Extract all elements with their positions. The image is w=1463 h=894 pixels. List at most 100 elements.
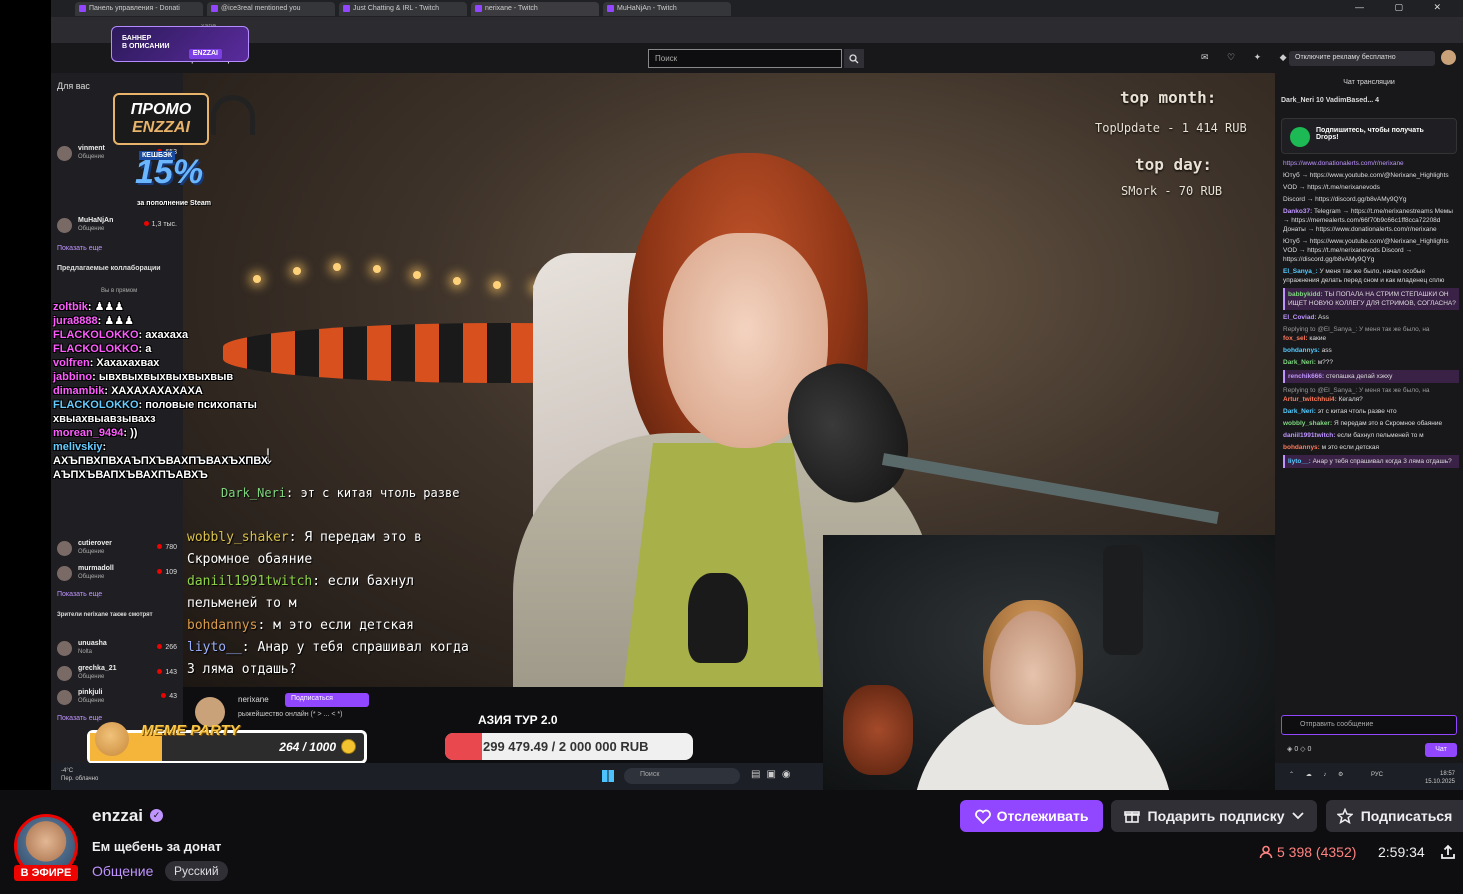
captured-sidebar-row: grechka_21 Общение 143 [57, 663, 179, 685]
captured-tray: ⌃ ☁ ♪ ⚙ РУС 18:57 15.10.2025 [1275, 763, 1463, 790]
chevron-down-icon [1292, 812, 1305, 820]
captured-chat-message: Ютуб → https://www.youtube.com/@Nerixane… [1283, 172, 1449, 179]
captured-browser-tabs: Панель управления - Donati @ice3real men… [51, 0, 1463, 17]
headphones-icon [211, 95, 255, 135]
captured-show-more: Показать еще [57, 245, 103, 252]
channel-info-bar: В ЭФИРЕ enzzai ✓ Ем щебень за донат Обще… [0, 790, 1463, 894]
captured-search-icon [844, 49, 864, 68]
banner-sticker: БАННЕР В ОПИСАНИИ ENZZAI [111, 26, 249, 62]
captured-chat-message: https://www.donationalerts.com/r/nerixan… [1283, 160, 1404, 167]
mic-arm [881, 453, 1219, 524]
captured-channel-points: ◈ 0 ◇ 0 [1287, 746, 1312, 753]
captured-chat-send: Чат [1425, 743, 1457, 757]
heart-icon [974, 809, 991, 824]
weather-widget: -4°C Пер. облачно [61, 768, 99, 782]
category-link[interactable]: Общение [92, 863, 153, 879]
captured-suggested-sub: Вы в прямом [101, 288, 138, 294]
top-month-label: top month: [1120, 88, 1217, 107]
captured-tab: @ice3real mentioned you [207, 1, 335, 16]
captured-sidebar-row: cutierover Общение 780 [57, 538, 179, 560]
language-tag[interactable]: Русский [165, 861, 228, 881]
captured-chat-pinned: Dark_Neri 10 VadimBased... 4 [1281, 97, 1380, 104]
captured-sidebar-row: pinkjuli Общение 43 [57, 687, 179, 709]
star-icon [1336, 808, 1353, 824]
captured-chat-panel: Чат трансляции Dark_Neri 10 VadimBased..… [1275, 73, 1463, 790]
stream-player[interactable]: Панель управления - Donati @ice3real men… [0, 0, 1463, 790]
captured-chat-message: Replying to @El_Sanya_: У меня так же бы… [1283, 326, 1430, 342]
follow-button[interactable]: Отслеживать [960, 800, 1103, 832]
bunny-print [688, 573, 748, 663]
captured-ad-free-button: Отключите рекламу бесплатно [1289, 51, 1435, 66]
captured-sidebar-row: MuHaNjAn Общение 1,3 тыс. [57, 215, 179, 237]
captured-nav-icons: ✉ ♡ ✦ ◆ [1201, 52, 1295, 62]
captured-chat-message: Discord → https://discord.gg/b8vAMy9QYg [1283, 196, 1407, 203]
stream-title: Ем щебень за донат [92, 839, 222, 854]
captured-chat-message: VOD → https://t.me/nerixanevods [1283, 184, 1380, 191]
top-month-value: TopUpdate - 1 414 RUB [1095, 121, 1247, 135]
stream-uptime: 2:59:34 [1378, 844, 1425, 860]
promo-sticker: ПРОМО ENZZAI [113, 93, 209, 145]
drops-icon [1290, 127, 1310, 147]
captured-chat-message: babbykidd: ТЫ ПОПАЛА НА СТРИМ СТЕПАШКИ О… [1283, 288, 1459, 310]
top-day-value: SMork - 70 RUB [1121, 184, 1223, 198]
captured-chat-message: Replying to @El_Sanya_: У меня так же бы… [1283, 387, 1430, 403]
asia-tour-progress: 299 479.49 / 2 000 000 RUB [445, 733, 693, 760]
captured-twitch-nav: росмотр Поиск ✉ ♡ ✦ ◆ Отключите рекламу … [51, 43, 1463, 73]
window-controls-icon: — ▢ ✕ [1354, 2, 1455, 12]
taskbar-search: Поиск [624, 768, 740, 784]
captured-address-bar: xane [51, 17, 1463, 43]
captured-chat-message: Dark_Neri: эт с китая чтоль разве что [1283, 408, 1397, 415]
captured-chat-message: El_Coviad: Ass [1283, 314, 1329, 321]
asia-tour-title: АЗИЯ ТУР 2.0 [478, 713, 558, 727]
captured-chat-message: El_Sanya_: У меня так же было, начал осо… [1283, 268, 1445, 284]
webcam-person-head [983, 600, 1083, 725]
captured-show-more: Показать еще [57, 591, 103, 598]
subscribe-button[interactable]: Подписаться [1326, 800, 1463, 832]
captured-streamer-name: nerixane [238, 695, 269, 704]
captured-chat-input: Отправить сообщение [1281, 715, 1457, 735]
stream-chat-overlay: zoltbik: ♟♟♟ jura8888: ♟♟♟ FLACKOLOKKO: … [53, 301, 269, 481]
captured-stream-title: рыжейшество онлайн (* > ... < *) [238, 711, 343, 718]
captured-chat-message: Ютуб → https://www.youtube.com/@Nerixane… [1283, 238, 1449, 263]
tray-clock: 18:57 15.10.2025 [1424, 771, 1455, 785]
captured-tab: Панель управления - Donati [75, 1, 203, 16]
captured-chat-message: renchik666: степашка делай хэкху [1283, 370, 1459, 383]
captured-tab: nerixane - Twitch [471, 1, 599, 16]
captured-sidebar-row: murmadoll Общение 109 [57, 563, 179, 585]
captured-chat-header: Чат трансляции [1343, 79, 1395, 86]
asia-tour-fill [445, 733, 483, 760]
channel-name[interactable]: enzzai [92, 806, 143, 826]
gift-sub-button[interactable]: Подарить подписку [1111, 800, 1317, 832]
windows-start-icon [602, 770, 614, 782]
viewer-count: 5 398 (4352) [1259, 844, 1356, 860]
taskbar-apps-icon: ▤▣◉ [751, 769, 797, 780]
cashback-sticker: КЕШБЭК 15% за пополнение Steam [135, 151, 212, 207]
meme-party-logo: MEME PARTY [141, 722, 240, 739]
captured-chat-message: Danko37: Telegram → https://t.me/nerixan… [1283, 208, 1453, 233]
tray-lang: РУС [1371, 772, 1384, 778]
captured-show-more: Показать еще [57, 715, 103, 722]
video-frame: Панель управления - Donati @ice3real men… [51, 0, 1463, 790]
webcam-mic [1103, 545, 1143, 655]
gift-icon [1123, 811, 1140, 823]
person-icon [1259, 845, 1273, 859]
captured-chat-message: bohdannys: ass [1283, 347, 1332, 354]
coin-icon [341, 739, 356, 754]
webcam-view [823, 535, 1277, 790]
captured-search-input: Поиск [648, 49, 842, 68]
captured-subscribe-pill: Подписаться [285, 693, 369, 707]
live-badge: В ЭФИРЕ [14, 865, 78, 881]
captured-user-avatar [1441, 50, 1456, 65]
captured-drops-banner: Подпишитесь, чтобы получать Drops! [1281, 118, 1457, 154]
captured-chat-message: bohdannys: м это если детская [1283, 444, 1379, 451]
captured-suggested-title: Предлагаемые коллаборации [57, 265, 161, 272]
captured-chat-messages: https://www.donationalerts.com/r/nerixan… [1283, 159, 1459, 471]
verified-icon: ✓ [150, 809, 163, 822]
captured-chat-message: wobbly_shaker: Я передам это в Скромное … [1283, 420, 1443, 427]
captured-sidebar-header: Для вас [57, 81, 90, 91]
stream-chat-overlay-2: wobbly_shaker: Я передам это в Скромное … [187, 530, 469, 677]
captured-chat-message: daniil1991twitch: если бахнул пельменей … [1283, 432, 1424, 439]
share-icon[interactable] [1440, 844, 1456, 860]
captured-also-watch-title: Зрители nerixane также смотрят [57, 612, 153, 618]
captured-chat-message: liyto__: Анар у тебя спрашивал когда 3 л… [1283, 455, 1459, 468]
